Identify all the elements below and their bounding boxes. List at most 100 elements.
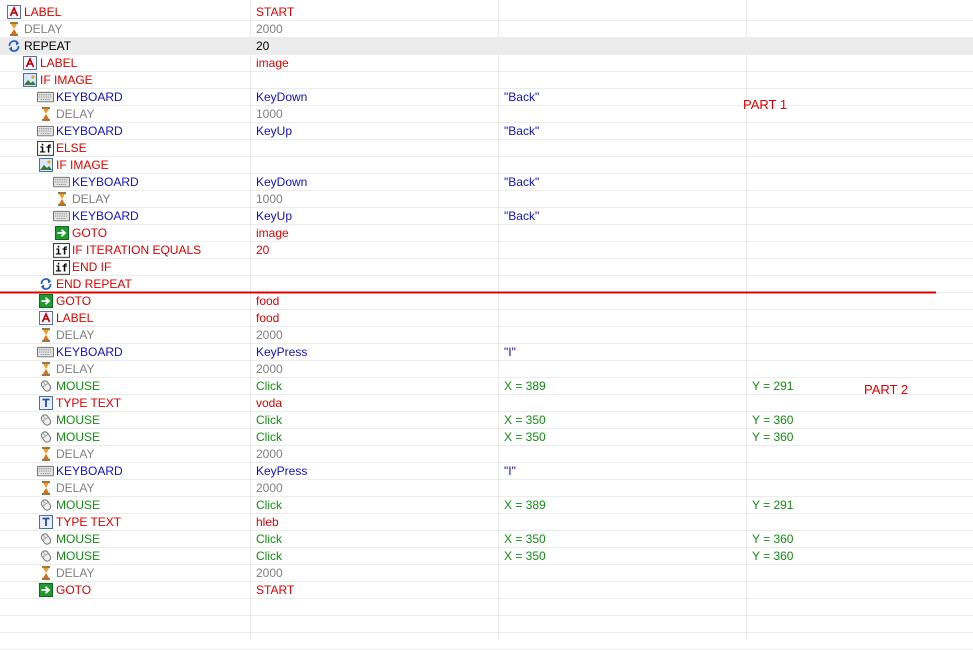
argument-3[interactable] — [752, 242, 972, 258]
command-cell[interactable]: MOUSE — [0, 497, 250, 513]
command-cell[interactable]: MOUSE — [0, 412, 250, 428]
command-cell[interactable]: TYPE TEXT — [0, 514, 250, 530]
argument-2[interactable] — [504, 225, 744, 241]
argument-3[interactable] — [752, 293, 972, 309]
script-row[interactable]: if ELSE — [0, 140, 973, 157]
command-cell[interactable]: GOTO — [0, 582, 250, 598]
command-cell[interactable]: DELAY — [0, 106, 250, 122]
script-row[interactable]: MOUSE Click X = 389 Y = 291 — [0, 497, 973, 514]
command-cell[interactable]: MOUSE — [0, 548, 250, 564]
argument-3[interactable]: Y = 360 — [752, 548, 972, 564]
argument-3[interactable] — [752, 463, 972, 479]
command-cell[interactable]: REPEAT — [0, 38, 250, 54]
command-cell[interactable]: IF IMAGE — [0, 72, 250, 88]
argument-1[interactable] — [256, 140, 496, 156]
argument-3[interactable] — [752, 225, 972, 241]
script-row[interactable]: KEYBOARD KeyDown "Back" — [0, 89, 973, 106]
argument-2[interactable] — [504, 395, 744, 411]
script-row[interactable]: KEYBOARD KeyUp "Back" — [0, 208, 973, 225]
argument-2[interactable]: "Back" — [504, 208, 744, 224]
argument-2[interactable] — [504, 582, 744, 598]
argument-2[interactable] — [504, 106, 744, 122]
argument-1[interactable]: KeyUp — [256, 208, 496, 224]
argument-2[interactable]: X = 389 — [504, 497, 744, 513]
command-cell[interactable]: KEYBOARD — [0, 208, 250, 224]
command-cell[interactable]: TYPE TEXT — [0, 395, 250, 411]
script-row[interactable]: TYPE TEXT voda — [0, 395, 973, 412]
script-row[interactable]: DELAY 2000 — [0, 327, 973, 344]
script-row[interactable]: MOUSE Click X = 350 Y = 360 — [0, 429, 973, 446]
argument-3[interactable] — [752, 480, 972, 496]
argument-2[interactable]: "Back" — [504, 123, 744, 139]
argument-2[interactable]: X = 389 — [504, 378, 744, 394]
command-cell[interactable]: DELAY — [0, 327, 250, 343]
command-cell[interactable]: LABEL — [0, 4, 250, 20]
command-cell[interactable]: KEYBOARD — [0, 174, 250, 190]
argument-1[interactable]: 20 — [256, 242, 496, 258]
argument-3[interactable] — [752, 582, 972, 598]
script-row[interactable]: KEYBOARD KeyUp "Back" — [0, 123, 973, 140]
argument-2[interactable]: "I" — [504, 344, 744, 360]
argument-2[interactable]: "I" — [504, 463, 744, 479]
argument-1[interactable] — [256, 259, 496, 275]
argument-1[interactable]: Click — [256, 497, 496, 513]
command-cell[interactable]: GOTO — [0, 225, 250, 241]
script-row[interactable]: KEYBOARD KeyPress "I" — [0, 463, 973, 480]
argument-1[interactable] — [256, 276, 496, 292]
argument-2[interactable]: X = 350 — [504, 429, 744, 445]
argument-1[interactable]: KeyDown — [256, 89, 496, 105]
argument-2[interactable]: X = 350 — [504, 531, 744, 547]
script-row[interactable]: GOTO image — [0, 225, 973, 242]
argument-2[interactable] — [504, 21, 744, 37]
argument-2[interactable] — [504, 55, 744, 71]
argument-3[interactable] — [752, 38, 972, 54]
script-row[interactable]: GOTO START — [0, 582, 973, 599]
argument-2[interactable] — [504, 140, 744, 156]
argument-2[interactable] — [504, 446, 744, 462]
argument-3[interactable] — [752, 123, 972, 139]
script-row[interactable]: DELAY 2000 — [0, 565, 973, 582]
argument-1[interactable]: food — [256, 310, 496, 326]
argument-1[interactable]: KeyPress — [256, 463, 496, 479]
command-cell[interactable]: if END IF — [0, 259, 250, 275]
script-row[interactable]: GOTO food — [0, 293, 973, 310]
argument-3[interactable] — [752, 259, 972, 275]
command-cell[interactable]: GOTO — [0, 293, 250, 309]
argument-1[interactable]: Click — [256, 378, 496, 394]
command-cell[interactable]: if IF ITERATION EQUALS — [0, 242, 250, 258]
script-row[interactable]: MOUSE Click X = 350 Y = 360 — [0, 531, 973, 548]
argument-2[interactable]: "Back" — [504, 89, 744, 105]
command-cell[interactable]: KEYBOARD — [0, 463, 250, 479]
script-row[interactable]: DELAY 2000 — [0, 446, 973, 463]
argument-3[interactable]: Y = 360 — [752, 531, 972, 547]
command-cell[interactable]: KEYBOARD — [0, 89, 250, 105]
script-row[interactable]: REPEAT 20 — [0, 38, 973, 55]
argument-1[interactable] — [256, 157, 496, 173]
argument-2[interactable] — [504, 157, 744, 173]
argument-1[interactable] — [256, 72, 496, 88]
argument-3[interactable] — [752, 140, 972, 156]
argument-1[interactable]: 2000 — [256, 21, 496, 37]
argument-1[interactable]: 1000 — [256, 191, 496, 207]
script-row[interactable]: if IF ITERATION EQUALS 20 — [0, 242, 973, 259]
script-row[interactable]: IF IMAGE — [0, 157, 973, 174]
argument-3[interactable]: Y = 291 — [752, 378, 972, 394]
argument-2[interactable] — [504, 191, 744, 207]
command-cell[interactable]: KEYBOARD — [0, 123, 250, 139]
command-cell[interactable]: DELAY — [0, 361, 250, 377]
script-row[interactable]: KEYBOARD KeyPress "I" — [0, 344, 973, 361]
command-cell[interactable]: DELAY — [0, 21, 250, 37]
command-cell[interactable]: MOUSE — [0, 429, 250, 445]
argument-3[interactable] — [752, 344, 972, 360]
script-row[interactable]: MOUSE Click X = 389 Y = 291 — [0, 378, 973, 395]
argument-1[interactable]: Click — [256, 548, 496, 564]
argument-2[interactable] — [504, 259, 744, 275]
argument-3[interactable] — [752, 191, 972, 207]
argument-1[interactable]: START — [256, 4, 496, 20]
argument-1[interactable]: Click — [256, 429, 496, 445]
command-cell[interactable]: LABEL — [0, 55, 250, 71]
script-row[interactable]: DELAY 2000 — [0, 361, 973, 378]
command-cell[interactable]: DELAY — [0, 446, 250, 462]
command-cell[interactable]: MOUSE — [0, 531, 250, 547]
argument-2[interactable]: "Back" — [504, 174, 744, 190]
